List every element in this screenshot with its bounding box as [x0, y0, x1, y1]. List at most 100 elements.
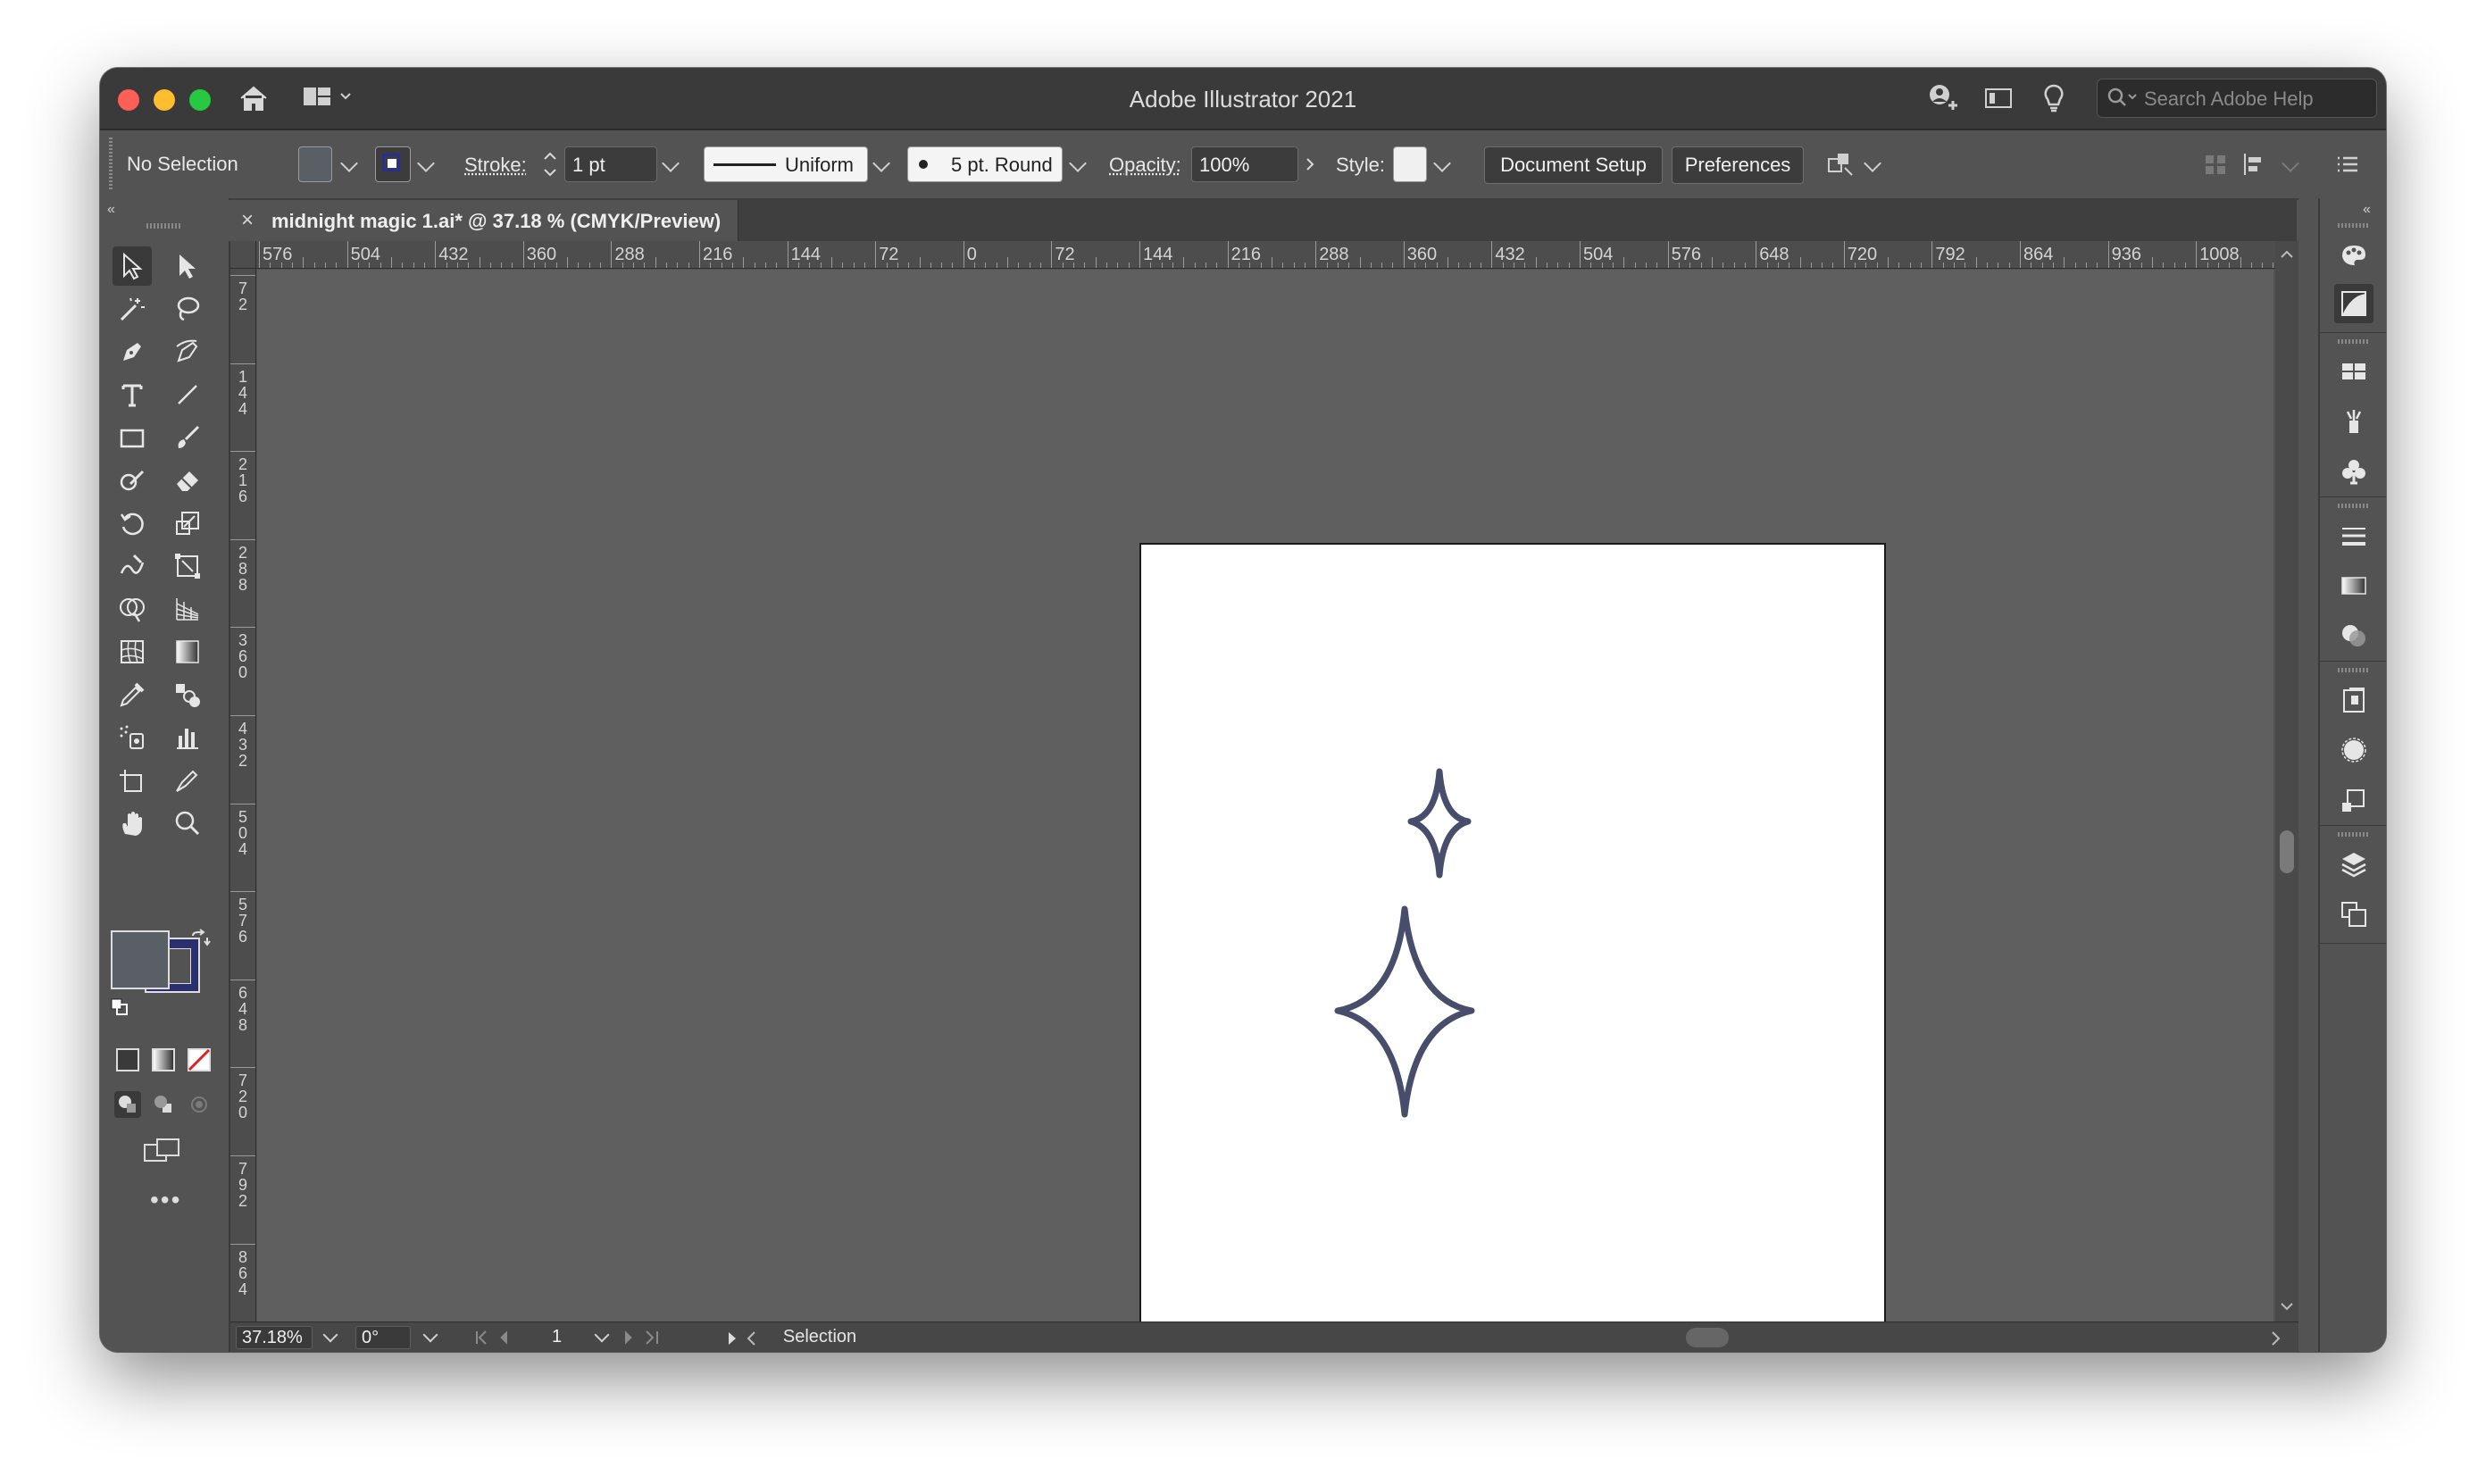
vertical-scrollbar[interactable] [2275, 241, 2298, 1321]
fill-color-swatch[interactable] [298, 146, 332, 182]
opacity-field[interactable]: 100% [1191, 146, 1298, 182]
close-document-icon[interactable]: × [241, 208, 254, 233]
rectangle-tool-icon[interactable] [113, 418, 152, 457]
arrange-documents-icon[interactable] [1979, 80, 2018, 116]
selection-tool-icon[interactable] [113, 246, 152, 286]
graphic-style-swatch[interactable] [1393, 146, 1427, 182]
scroll-left-icon[interactable] [743, 1330, 761, 1347]
layers-icon[interactable] [2334, 845, 2373, 884]
gradient-panel-icon[interactable] [2334, 284, 2373, 323]
stroke-color-swatch[interactable] [375, 146, 411, 182]
dock-grip[interactable] [2338, 223, 2370, 228]
scroll-down-icon[interactable] [2279, 1300, 2295, 1313]
align-chevron-icon[interactable] [2282, 154, 2299, 172]
column-graph-tool-icon[interactable] [168, 718, 207, 757]
small-sparkle-shape[interactable] [1407, 768, 1472, 879]
shaper-tool-icon[interactable] [113, 461, 152, 500]
swatches-icon[interactable] [2334, 352, 2373, 391]
rotation-field[interactable]: 0° [355, 1326, 411, 1349]
vertical-ruler[interactable]: 72144216288360432504576648720792864 [230, 268, 256, 1321]
scroll-right-icon[interactable] [2266, 1330, 2284, 1347]
perspective-grid-tool-icon[interactable] [168, 589, 207, 629]
stroke-dropdown-chevron-icon[interactable] [417, 154, 435, 172]
appearance-icon[interactable] [2334, 730, 2373, 770]
eraser-tool-icon[interactable] [168, 461, 207, 500]
vertical-scroll-thumb[interactable] [2280, 830, 2294, 873]
profile-chevron-icon[interactable] [872, 154, 890, 172]
document-setup-button[interactable]: Document Setup [1484, 146, 1663, 184]
opacity-label[interactable]: Opacity: [1109, 154, 1181, 177]
large-sparkle-shape[interactable] [1334, 905, 1475, 1118]
artboard-nav-next-icons[interactable] [620, 1328, 691, 1347]
line-segment-tool-icon[interactable] [168, 375, 207, 414]
opacity-expand-arrow-icon[interactable] [1298, 146, 1323, 182]
collapse-toolbar-icon[interactable]: « [107, 202, 115, 218]
stroke-weight-stepper[interactable] [541, 146, 559, 182]
stroke-weight-field[interactable]: 1 pt [564, 146, 657, 182]
paintbrush-tool-icon[interactable] [168, 418, 207, 457]
align-grid-icon[interactable] [2202, 150, 2231, 179]
zoom-level-field[interactable]: 37.18% [236, 1326, 313, 1349]
horizontal-ruler[interactable]: 576 504 432 360 288 216 144 72 0 72 144 216 288 360 43… [230, 241, 2275, 269]
help-search-input[interactable]: Search Adobe Help [2097, 79, 2377, 118]
pen-tool-icon[interactable] [113, 332, 152, 371]
direct-selection-tool-icon[interactable] [168, 246, 207, 286]
fill-color-swatch-large[interactable] [111, 930, 170, 989]
hand-tool-icon[interactable] [113, 804, 152, 843]
slice-tool-icon[interactable] [168, 761, 207, 800]
warp-tool-icon[interactable] [113, 546, 152, 586]
dock-grip-4[interactable] [2338, 668, 2370, 672]
control-bar-grip[interactable] [109, 138, 113, 191]
expand-panels-icon[interactable]: « [2363, 202, 2371, 218]
dock-grip-5[interactable] [2338, 832, 2370, 837]
dock-grip-2[interactable] [2338, 339, 2370, 344]
magic-wand-tool-icon[interactable] [113, 289, 152, 329]
mesh-tool-icon[interactable] [113, 632, 152, 671]
dock-grip-3[interactable] [2338, 504, 2370, 508]
artboard-number-field[interactable]: 1 [546, 1326, 591, 1349]
draw-behind-icon[interactable] [150, 1091, 177, 1118]
select-similar-chevron-icon[interactable] [1864, 154, 1881, 172]
free-transform-tool-icon[interactable] [168, 546, 207, 586]
align-options-icon[interactable] [2241, 150, 2277, 179]
lasso-tool-icon[interactable] [168, 289, 207, 329]
panel-menu-icon[interactable] [2332, 150, 2365, 179]
status-menu-arrow-icon[interactable] [723, 1330, 741, 1347]
zoom-tool-icon[interactable] [168, 804, 207, 843]
artboard-nav-prev-icons[interactable] [471, 1328, 543, 1347]
preferences-button[interactable]: Preferences [1672, 146, 1804, 184]
stroke-label[interactable]: Stroke: [464, 154, 527, 177]
color-mode-button[interactable] [116, 1048, 139, 1071]
brushes-icon[interactable] [2334, 402, 2373, 441]
style-chevron-icon[interactable] [1433, 154, 1451, 172]
scale-tool-icon[interactable] [168, 504, 207, 543]
artboards-panel-icon[interactable] [2334, 780, 2373, 820]
transparency-icon[interactable] [2334, 616, 2373, 655]
blend-tool-icon[interactable] [168, 675, 207, 714]
edit-toolbar-more-icon[interactable]: ••• [150, 1186, 181, 1214]
libraries-icon[interactable] [2334, 895, 2373, 934]
curvature-tool-icon[interactable] [168, 332, 207, 371]
stroke-weight-chevron-icon[interactable] [662, 154, 680, 172]
ruler-origin[interactable] [230, 241, 256, 269]
brush-definition-dropdown[interactable]: 5 pt. Round [907, 146, 1063, 182]
draw-normal-icon[interactable] [114, 1091, 141, 1118]
swap-fill-stroke-icon[interactable] [189, 929, 211, 950]
change-screen-mode-icon[interactable] [141, 1136, 186, 1168]
color-themes-icon[interactable] [2334, 234, 2373, 273]
artboard-chevron-icon[interactable] [594, 1327, 610, 1343]
symbols-icon[interactable] [2334, 452, 2373, 491]
gradient-tool-icon[interactable] [168, 632, 207, 671]
toolbar-grip[interactable] [146, 223, 182, 229]
default-fill-stroke-icon[interactable] [111, 998, 129, 1016]
variable-width-profile-dropdown[interactable]: Uniform [704, 146, 868, 182]
artboard-tool-icon[interactable] [113, 761, 152, 800]
discover-lightbulb-icon[interactable] [2034, 80, 2073, 116]
eyedropper-tool-icon[interactable] [113, 675, 152, 714]
symbol-sprayer-tool-icon[interactable] [113, 718, 152, 757]
draw-inside-icon[interactable] [186, 1091, 213, 1118]
type-tool-icon[interactable] [113, 375, 152, 414]
horizontal-scroll-thumb[interactable] [1686, 1328, 1729, 1347]
zoom-chevron-icon[interactable] [322, 1327, 338, 1343]
scroll-up-icon[interactable] [2279, 248, 2295, 261]
